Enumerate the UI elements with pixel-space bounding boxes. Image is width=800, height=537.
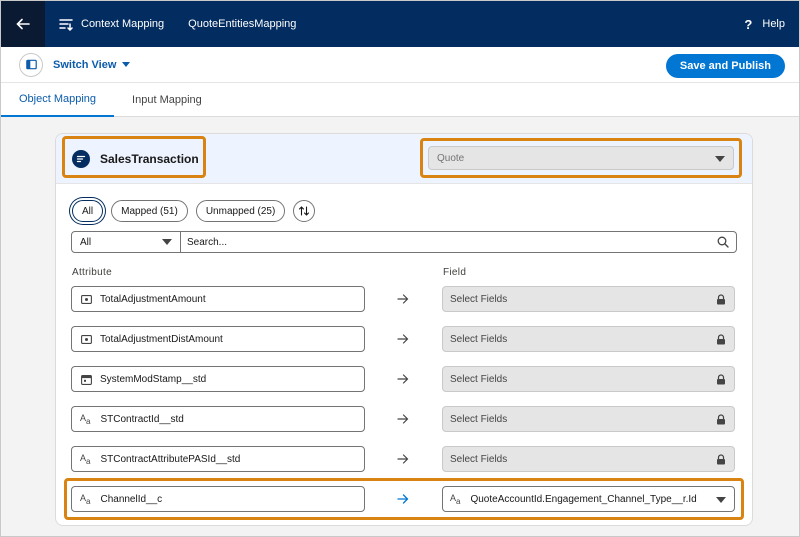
save-and-publish-button[interactable]: Save and Publish — [665, 54, 785, 78]
attribute-label: ChannelId__c — [100, 493, 163, 505]
mapping-row: Aa STContractAttributePASId__std Select … — [71, 446, 737, 472]
switch-view-label: Switch View — [53, 58, 117, 71]
arrow-right-icon — [397, 494, 409, 504]
arrow-right-icon — [397, 454, 409, 464]
attribute-field[interactable]: TotalAdjustmentDistAmount — [71, 326, 365, 352]
text-icon: Aa — [80, 452, 91, 466]
arrow-right-icon — [397, 334, 409, 344]
field-value: Select Fields — [450, 413, 508, 425]
field-select-locked: Select Fields — [442, 446, 735, 472]
filter-mapped-button[interactable]: Mapped (51) — [111, 200, 188, 222]
object-mapping-card: SalesTransaction Quote All Mapped (51) U… — [55, 133, 753, 526]
switch-view-dropdown[interactable]: Switch View — [53, 58, 131, 71]
tab-input-mapping[interactable]: Input Mapping — [114, 83, 220, 117]
lock-icon — [717, 414, 725, 425]
object-title: SalesTransaction — [64, 139, 202, 179]
chevron-down-icon — [162, 239, 172, 245]
chevron-down-icon — [716, 497, 726, 503]
context-mapping-icon — [59, 19, 73, 31]
chevron-down-icon — [715, 156, 725, 162]
attribute-label: TotalAdjustmentDistAmount — [100, 333, 223, 345]
search-input[interactable] — [181, 231, 737, 253]
field-select-locked: Select Fields — [442, 366, 735, 392]
view-toolbar: Switch View Save and Publish — [1, 47, 799, 83]
arrow-left-icon — [16, 18, 30, 30]
search-icon — [717, 236, 729, 248]
attribute-field[interactable]: Aa STContractAttributePASId__std — [71, 446, 365, 472]
target-object-select[interactable]: Quote — [428, 146, 734, 170]
attribute-label: STContractAttributePASId__std — [100, 453, 241, 465]
mapping-tabs: Object Mapping Input Mapping — [1, 83, 799, 117]
filter-all-button[interactable]: All — [72, 200, 104, 222]
type-filter-value: All — [80, 236, 92, 248]
field-select-locked: Select Fields — [442, 286, 735, 312]
text-icon: Aa — [80, 412, 91, 426]
mapping-name-tab[interactable]: QuoteEntitiesMapping — [188, 18, 296, 30]
field-value: Select Fields — [450, 293, 508, 305]
arrow-right-icon — [397, 414, 409, 424]
attribute-field[interactable]: Aa STContractId__std — [71, 406, 365, 432]
help-label: Help — [762, 18, 785, 30]
text-icon: Aa — [450, 492, 461, 506]
target-object-value: Quote — [437, 152, 465, 164]
attribute-label: TotalAdjustmentAmount — [100, 293, 206, 305]
mapping-filters: All Mapped (51) Unmapped (25) — [72, 199, 316, 223]
lock-icon — [717, 454, 725, 465]
field-value: Select Fields — [450, 373, 508, 385]
field-value: Select Fields — [450, 453, 508, 465]
type-filter-select[interactable]: All — [71, 231, 181, 253]
object-name: SalesTransaction — [100, 152, 199, 166]
question-icon: ? — [744, 16, 753, 32]
app-frame: Context Mapping QuoteEntitiesMapping ? H… — [0, 0, 800, 537]
field-value: Select Fields — [450, 333, 508, 345]
sort-button[interactable] — [293, 200, 316, 222]
lock-icon — [717, 374, 725, 385]
mapping-row: Aa STContractId__std Select Fields — [71, 406, 737, 432]
lock-icon — [717, 334, 725, 345]
tab-object-mapping[interactable]: Object Mapping — [1, 83, 115, 117]
mapping-row-mapped: Aa ChannelId__c Aa QuoteAccountId.Engage… — [71, 486, 737, 512]
panel-toggle-button[interactable] — [19, 52, 43, 77]
top-header: Context Mapping QuoteEntitiesMapping ? H… — [1, 1, 799, 47]
field-select-locked: Select Fields — [442, 326, 735, 352]
sort-icon — [299, 206, 310, 216]
attribute-label: STContractId__std — [100, 413, 184, 425]
attribute-field[interactable]: SystemModStamp__std — [71, 366, 365, 392]
mapping-row: TotalAdjustmentAmount Select Fields — [71, 286, 737, 312]
sales-transaction-icon — [72, 150, 90, 168]
field-select[interactable]: Aa QuoteAccountId.Engagement_Channel_Typ… — [442, 486, 735, 512]
back-button[interactable] — [1, 1, 45, 47]
field-select-locked: Select Fields — [442, 406, 735, 432]
attribute-label: SystemModStamp__std — [100, 373, 207, 385]
field-value: QuoteAccountId.Engagement_Channel_Type__… — [470, 493, 697, 505]
attribute-field[interactable]: TotalAdjustmentAmount — [71, 286, 365, 312]
text-icon: Aa — [80, 492, 91, 506]
help-link[interactable]: ? Help — [744, 1, 785, 47]
mapping-row: TotalAdjustmentDistAmount Select Fields — [71, 326, 737, 352]
currency-icon — [80, 293, 92, 305]
lock-icon — [717, 294, 725, 305]
arrow-right-icon — [397, 374, 409, 384]
calendar-icon — [80, 373, 92, 385]
field-column-header: Field — [443, 267, 467, 278]
mapping-row: SystemModStamp__std Select Fields — [71, 366, 737, 392]
search-row: All — [71, 231, 737, 253]
filter-unmapped-button[interactable]: Unmapped (25) — [195, 200, 286, 222]
card-header: SalesTransaction Quote — [56, 134, 752, 184]
attribute-field[interactable]: Aa ChannelId__c — [71, 486, 365, 512]
arrow-right-icon — [397, 294, 409, 304]
sidebar-toggle-icon — [25, 59, 37, 70]
attribute-column-header: Attribute — [72, 267, 112, 278]
currency-icon — [80, 333, 92, 345]
context-mapping-title: Context Mapping — [81, 18, 165, 30]
chevron-down-icon — [122, 62, 131, 67]
